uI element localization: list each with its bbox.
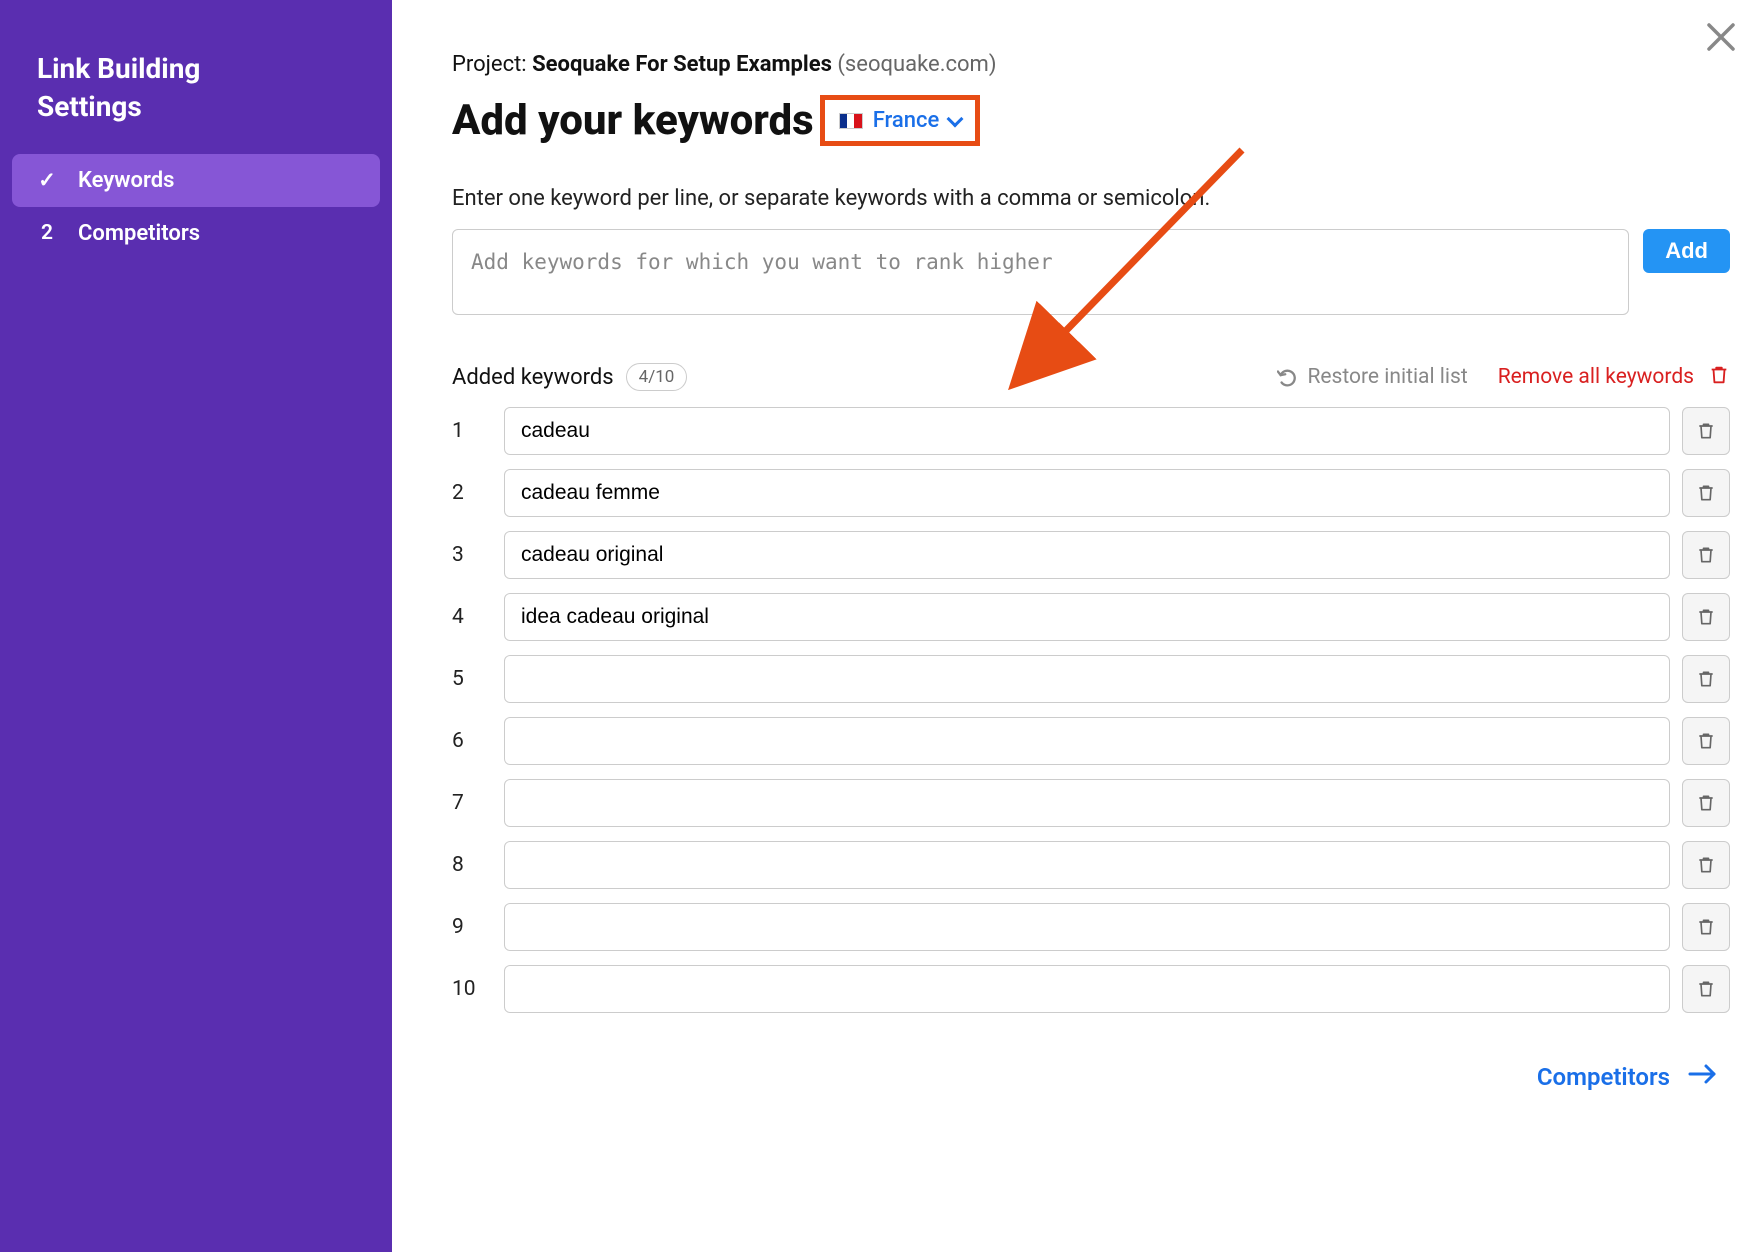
trash-icon — [1696, 855, 1716, 875]
row-number: 6 — [452, 729, 492, 753]
trash-icon — [1696, 669, 1716, 689]
next-label: Competitors — [1537, 1063, 1670, 1091]
trash-icon — [1696, 483, 1716, 503]
keyword-row: 6 — [452, 717, 1730, 765]
delete-keyword-button[interactable] — [1682, 407, 1730, 455]
sidebar: Link Building Settings ✓ Keywords 2 Competi… — [0, 0, 392, 1252]
project-label: Project: — [452, 52, 532, 77]
keyword-field[interactable] — [504, 593, 1670, 641]
sidebar-item-keywords[interactable]: ✓ Keywords — [12, 154, 380, 207]
flag-france-icon — [839, 113, 863, 129]
keyword-row: 8 — [452, 841, 1730, 889]
sidebar-title: Link Building Settings — [12, 30, 380, 154]
row-number: 5 — [452, 667, 492, 691]
delete-keyword-button[interactable] — [1682, 965, 1730, 1013]
row-number: 4 — [452, 605, 492, 629]
delete-keyword-button[interactable] — [1682, 903, 1730, 951]
row-number: 2 — [452, 481, 492, 505]
step-number: 2 — [36, 221, 58, 245]
keyword-field[interactable] — [504, 841, 1670, 889]
trash-icon — [1696, 979, 1716, 999]
list-header: Added keywords 4/10 Restore initial list… — [452, 363, 1730, 391]
delete-keyword-button[interactable] — [1682, 779, 1730, 827]
keyword-row: 9 — [452, 903, 1730, 951]
restore-label: Restore initial list — [1307, 365, 1467, 389]
check-icon: ✓ — [36, 168, 58, 193]
restore-initial-list[interactable]: Restore initial list — [1277, 365, 1467, 389]
row-number: 10 — [452, 977, 492, 1001]
sidebar-title-line: Settings — [37, 88, 355, 126]
keyword-row: 4 — [452, 593, 1730, 641]
keyword-field[interactable] — [504, 531, 1670, 579]
sidebar-item-competitors[interactable]: 2 Competitors — [12, 207, 380, 260]
trash-icon — [1696, 793, 1716, 813]
added-keywords-label: Added keywords — [452, 365, 614, 390]
keyword-field[interactable] — [504, 407, 1670, 455]
remove-all-trash-button[interactable] — [1708, 364, 1730, 390]
sidebar-item-label: Competitors — [78, 221, 200, 246]
page-title: Add your keywords — [452, 96, 814, 145]
delete-keyword-button[interactable] — [1682, 469, 1730, 517]
project-name: Seoquake For Setup Examples — [532, 52, 832, 77]
keyword-row: 5 — [452, 655, 1730, 703]
country-selector[interactable]: France — [820, 95, 981, 146]
instructions-text: Enter one keyword per line, or separate … — [452, 186, 1730, 211]
keyword-count-badge: 4/10 — [626, 363, 688, 391]
row-number: 8 — [452, 853, 492, 877]
close-button[interactable] — [1706, 22, 1736, 56]
delete-keyword-button[interactable] — [1682, 841, 1730, 889]
row-number: 9 — [452, 915, 492, 939]
keyword-field[interactable] — [504, 903, 1670, 951]
country-name: France — [873, 108, 940, 133]
keyword-row: 2 — [452, 469, 1730, 517]
remove-all-keywords[interactable]: Remove all keywords — [1498, 365, 1694, 389]
row-number: 7 — [452, 791, 492, 815]
keyword-input-row: Add — [452, 229, 1730, 315]
arrow-right-icon — [1688, 1063, 1718, 1091]
project-domain: (seoquake.com) — [832, 52, 997, 77]
project-line: Project: Seoquake For Setup Examples (se… — [452, 52, 1730, 77]
close-icon — [1706, 22, 1736, 52]
keyword-field[interactable] — [504, 965, 1670, 1013]
main-content: Project: Seoquake For Setup Examples (se… — [392, 0, 1758, 1252]
next-competitors-link[interactable]: Competitors — [452, 1063, 1730, 1091]
heading-row: Add your keywords France — [452, 95, 1730, 146]
add-button[interactable]: Add — [1643, 229, 1730, 273]
keyword-textarea[interactable] — [452, 229, 1629, 315]
delete-keyword-button[interactable] — [1682, 717, 1730, 765]
keyword-field[interactable] — [504, 655, 1670, 703]
keyword-row: 1 — [452, 407, 1730, 455]
row-number: 1 — [452, 419, 492, 443]
keyword-rows: 1 2 3 4 5 6 7 8 9 10 — [452, 407, 1730, 1013]
trash-icon — [1696, 545, 1716, 565]
sidebar-title-line: Link Building — [37, 50, 355, 88]
trash-icon — [1696, 421, 1716, 441]
trash-icon — [1708, 364, 1730, 386]
trash-icon — [1696, 917, 1716, 937]
chevron-down-icon — [947, 110, 964, 127]
delete-keyword-button[interactable] — [1682, 531, 1730, 579]
keyword-field[interactable] — [504, 779, 1670, 827]
sidebar-item-label: Keywords — [78, 168, 174, 193]
undo-icon — [1277, 366, 1299, 388]
delete-keyword-button[interactable] — [1682, 655, 1730, 703]
keyword-row: 10 — [452, 965, 1730, 1013]
delete-keyword-button[interactable] — [1682, 593, 1730, 641]
keyword-row: 3 — [452, 531, 1730, 579]
trash-icon — [1696, 607, 1716, 627]
keyword-field[interactable] — [504, 717, 1670, 765]
trash-icon — [1696, 731, 1716, 751]
keyword-row: 7 — [452, 779, 1730, 827]
keyword-field[interactable] — [504, 469, 1670, 517]
row-number: 3 — [452, 543, 492, 567]
